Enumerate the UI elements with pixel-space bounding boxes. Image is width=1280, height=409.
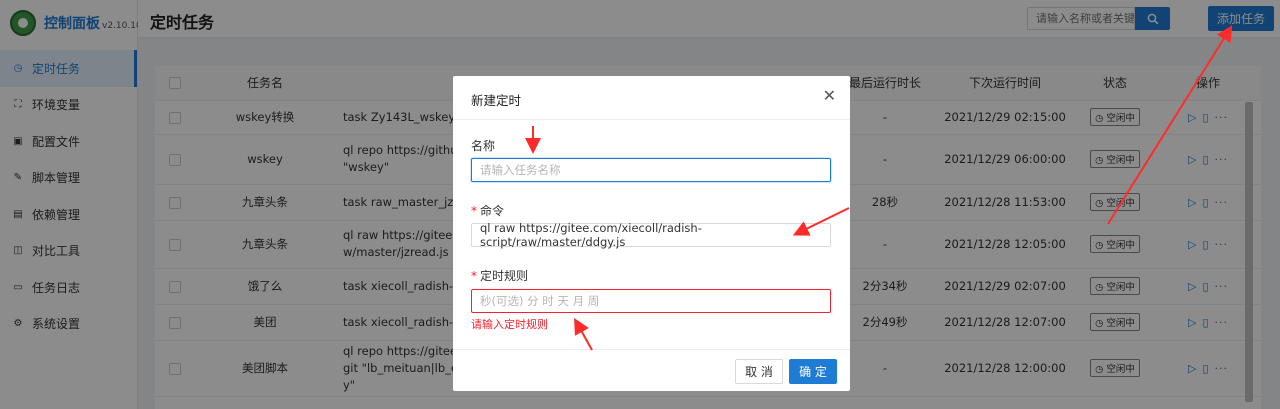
schedule-placeholder: 秒(可选) 分 时 天 月 周 [480, 294, 600, 308]
name-placeholder: 请输入任务名称 [480, 163, 561, 177]
close-icon[interactable]: ✕ [823, 87, 836, 105]
schedule-label: * 定时规则 [471, 269, 529, 283]
required-asterisk: * [471, 204, 477, 218]
confirm-button[interactable]: 确 定 [789, 359, 837, 384]
dialog-title: 新建定时 [471, 93, 522, 108]
command-label: * 命令 [471, 204, 505, 218]
new-task-dialog: 新建定时 ✕ 名称 请输入任务名称 * 命令 ql raw https://git… [453, 76, 850, 391]
required-asterisk: * [471, 269, 477, 283]
schedule-error: 请输入定时规则 [471, 318, 548, 331]
name-input[interactable]: 请输入任务名称 [471, 158, 831, 182]
command-input[interactable]: ql raw https://gitee.com/xiecoll/radish-… [471, 221, 831, 249]
command-value: ql raw https://gitee.com/xiecoll/radish-… [480, 221, 702, 249]
name-label: 名称 [471, 139, 496, 153]
schedule-input[interactable]: 秒(可选) 分 时 天 月 周 [471, 289, 831, 313]
cancel-button[interactable]: 取 消 [735, 359, 783, 384]
